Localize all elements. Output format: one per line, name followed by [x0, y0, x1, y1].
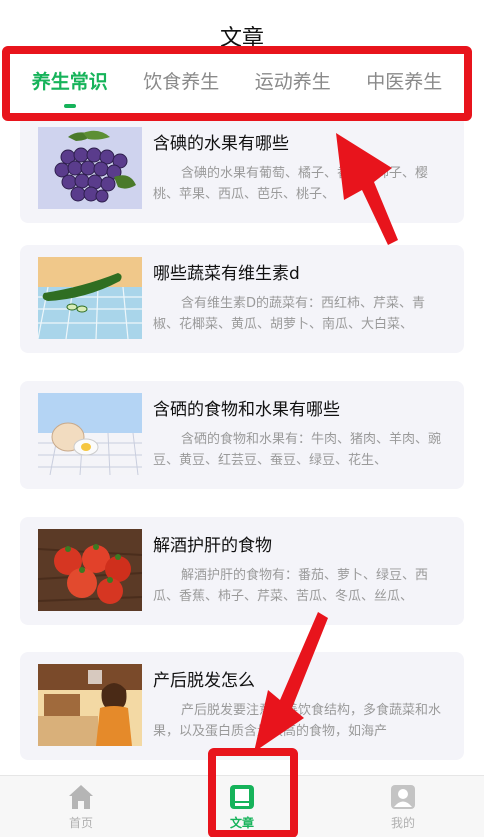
tab-diet-health[interactable]: 饮食养生: [143, 65, 219, 94]
tab-tcm-health[interactable]: 中医养生: [366, 65, 442, 94]
article-summary: 产后脱发要注意改善饮食结构，多食蔬菜和水果，以及蛋白质含量较高的食物，如海产: [153, 703, 442, 739]
tab-health-knowledge[interactable]: 养生常识: [32, 65, 108, 108]
nav-profile-label: 我的: [390, 816, 415, 830]
home-icon: [69, 785, 93, 809]
tomatoes-thumbnail: [38, 529, 142, 611]
article-card[interactable]: 含硒的食物和水果有哪些 含硒的食物和水果有：牛肉、猪肉、羊肉、豌豆、黄豆、红芸豆…: [20, 381, 464, 489]
nav-articles[interactable]: 文章: [202, 782, 282, 831]
article-card[interactable]: 解酒护肝的食物 解酒护肝的食物有：番茄、萝卜、绿豆、西瓜、香蕉、柿子、芹菜、苦瓜…: [20, 517, 464, 625]
article-summary: 含碘的水果有葡萄、橘子、香蕉、柿子、樱桃、苹果、西瓜、芭乐、桃子、: [153, 166, 429, 202]
article-title: 含硒的食物和水果有哪些: [153, 400, 340, 420]
nav-articles-label: 文章: [229, 816, 254, 830]
grapes-thumbnail: [38, 127, 142, 209]
nav-profile[interactable]: 我的: [363, 782, 443, 831]
article-title: 含碘的水果有哪些: [153, 134, 289, 154]
article-card[interactable]: 含碘的水果有哪些 含碘的水果有葡萄、橘子、香蕉、柿子、樱桃、苹果、西瓜、芭乐、桃…: [20, 121, 464, 223]
article-summary: 解酒护肝的食物有：番茄、萝卜、绿豆、西瓜、香蕉、柿子、芹菜、苦瓜、冬瓜、丝瓜、: [153, 568, 429, 604]
article-title: 解酒护肝的食物: [153, 536, 272, 556]
article-summary: 含有维生素D的蔬菜有：西红柿、芹菜、青椒、花椰菜、黄瓜、胡萝卜、南瓜、大白菜、: [153, 296, 426, 332]
book-icon: [230, 785, 254, 809]
eggs-thumbnail: [38, 393, 142, 475]
category-tabs: 养生常识 饮食养生 运动养生 中医养生: [10, 54, 464, 113]
article-card[interactable]: 产后脱发怎么 产后脱发要注意改善饮食结构，多食蔬菜和水果，以及蛋白质含量较高的食…: [20, 652, 464, 760]
article-list[interactable]: 含碘的水果有哪些 含碘的水果有葡萄、橘子、香蕉、柿子、樱桃、苹果、西瓜、芭乐、桃…: [0, 121, 484, 775]
mother-thumbnail: [38, 664, 142, 746]
nav-home[interactable]: 首页: [41, 782, 121, 831]
bottom-tab-bar: 首页 文章 我的: [0, 775, 484, 837]
article-title: 哪些蔬菜有维生素d: [153, 264, 300, 284]
article-summary: 含硒的食物和水果有：牛肉、猪肉、羊肉、豌豆、黄豆、红芸豆、蚕豆、绿豆、花生、: [153, 432, 442, 468]
category-tabs-highlight: 养生常识 饮食养生 运动养生 中医养生: [2, 46, 472, 121]
article-card[interactable]: 哪些蔬菜有维生素d 含有维生素D的蔬菜有：西红柿、芹菜、青椒、花椰菜、黄瓜、胡萝…: [20, 245, 464, 353]
nav-home-label: 首页: [68, 816, 93, 830]
tab-exercise-health[interactable]: 运动养生: [255, 65, 331, 94]
user-icon: [391, 785, 415, 809]
article-title: 产后脱发怎么: [153, 671, 255, 691]
cucumber-thumbnail: [38, 257, 142, 339]
